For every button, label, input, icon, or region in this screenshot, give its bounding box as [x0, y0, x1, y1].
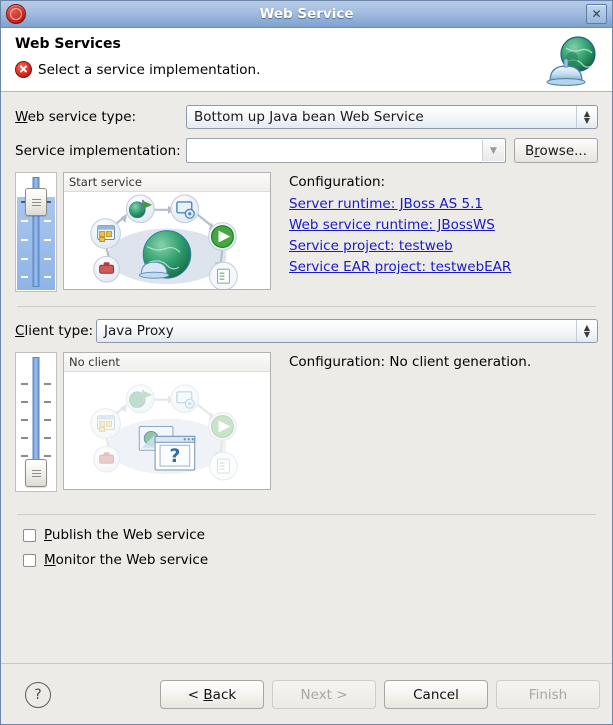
section-divider [17, 306, 596, 307]
service-configuration: Configuration: Server runtime: JBoss AS … [289, 172, 511, 280]
publish-web-service-row[interactable]: Publish the Web service [23, 527, 598, 543]
status-message: Select a service implementation. [38, 62, 260, 78]
dialog-body: Web service type: Bottom up Java bean We… [1, 92, 612, 663]
monitor-web-service-label: Monitor the Web service [44, 552, 208, 568]
link-server-runtime[interactable]: Server runtime: JBoss AS 5.1 [289, 196, 483, 212]
link-web-service-runtime[interactable]: Web service runtime: JBossWS [289, 217, 495, 233]
service-flow-diagram [64, 191, 270, 290]
wizard-header: Web Services Select a service implementa… [1, 28, 612, 92]
service-diagram-panel: Start service [63, 172, 271, 290]
web-service-type-combo[interactable]: Bottom up Java bean Web Service ▲▼ [186, 105, 598, 129]
wizard-navigation-buttons: < Back Next > Cancel Finish [160, 680, 600, 709]
back-button[interactable]: < Back [160, 680, 264, 709]
service-implementation-row: Service implementation: ▼ Browse... [15, 138, 598, 163]
help-icon[interactable]: ? [25, 682, 51, 708]
web-service-type-row: Web service type: Bottom up Java bean We… [15, 105, 598, 129]
client-config-note: Configuration: No client generation. [289, 354, 531, 370]
monitor-web-service-checkbox[interactable] [23, 554, 36, 567]
svg-text:?: ? [169, 446, 180, 467]
client-diagram-panel: No client [63, 352, 271, 490]
chevron-updown-icon[interactable]: ▲▼ [576, 106, 597, 128]
client-type-value: Java Proxy [104, 323, 174, 339]
client-type-label: Client type: [15, 323, 96, 339]
next-button: Next > [272, 680, 376, 709]
finish-button: Finish [496, 680, 600, 709]
window-title: Web Service [1, 6, 612, 22]
link-service-ear-project[interactable]: Service EAR project: testwebEAR [289, 259, 511, 275]
cancel-button[interactable]: Cancel [384, 680, 488, 709]
web-service-type-value: Bottom up Java bean Web Service [194, 109, 424, 125]
client-configuration-block: No client [15, 352, 598, 492]
close-icon[interactable]: ✕ [586, 4, 607, 24]
page-title: Web Services [15, 36, 612, 52]
service-implementation-label: Service implementation: [15, 143, 186, 159]
browse-button[interactable]: Browse... [514, 138, 598, 163]
client-configuration: Configuration: No client generation. [289, 352, 531, 370]
link-service-project[interactable]: Service project: testweb [289, 238, 453, 254]
options-divider [17, 514, 596, 515]
publish-web-service-label: Publish the Web service [44, 527, 205, 543]
chevron-updown-icon[interactable]: ▲▼ [576, 320, 597, 342]
service-config-heading: Configuration: [289, 174, 511, 190]
service-slider-handle[interactable] [25, 188, 47, 216]
publish-web-service-checkbox[interactable] [23, 529, 36, 542]
service-diagram-title: Start service [64, 173, 270, 192]
status-message-row: Select a service implementation. [15, 61, 612, 78]
monitor-web-service-row[interactable]: Monitor the Web service [23, 552, 598, 568]
client-diagram-title: No client [64, 353, 270, 372]
dialog-footer: ? < Back Next > Cancel Finish [1, 663, 612, 725]
client-slider-handle[interactable] [25, 459, 47, 487]
title-bar: Web Service ✕ [1, 1, 612, 28]
web-service-type-label: Web service type: [15, 109, 186, 125]
client-type-row: Client type: Java Proxy ▲▼ [15, 319, 598, 343]
client-stage-slider[interactable] [15, 352, 57, 492]
eclipse-icon [6, 4, 26, 24]
service-stage-slider[interactable] [15, 172, 57, 292]
service-configuration-block: Start service [15, 172, 598, 292]
client-type-combo[interactable]: Java Proxy ▲▼ [96, 319, 598, 343]
client-flow-diagram: ? [64, 371, 270, 488]
web-service-wizard-dialog: Web Service ✕ Web Services Select a serv… [0, 0, 613, 725]
service-implementation-input[interactable]: ▼ [186, 138, 506, 163]
error-icon [15, 61, 32, 78]
chevron-down-icon[interactable]: ▼ [482, 140, 504, 161]
web-service-globe-icon [538, 30, 606, 90]
